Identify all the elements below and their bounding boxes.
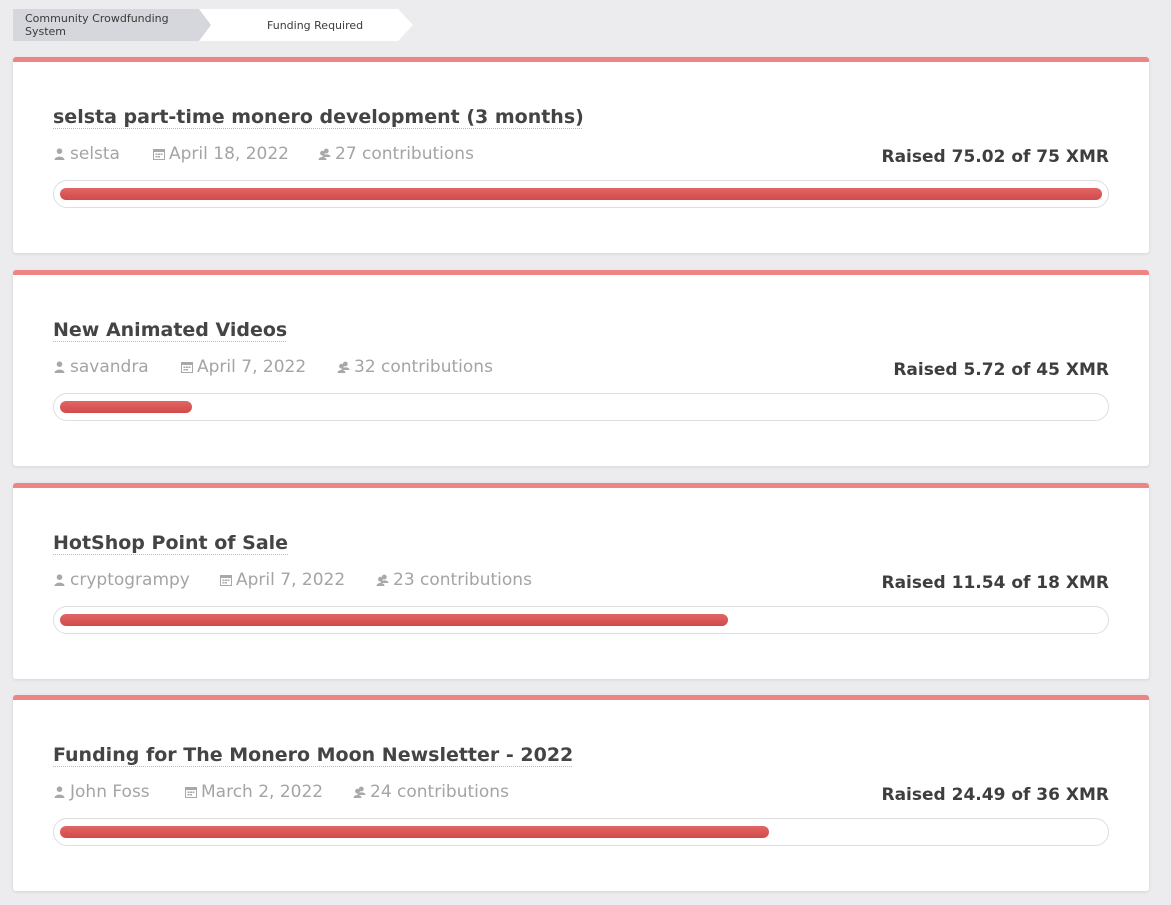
users-icon [337,361,350,374]
proposal-meta: John Foss March 2, 2022 24 contributions [53,782,509,802]
proposal-title[interactable]: HotShop Point of Sale [53,532,288,554]
proposal-card[interactable]: New Animated Videos savandra April 7, 20… [13,270,1149,466]
progress-bar [53,180,1109,208]
proposal-title[interactable]: Funding for The Monero Moon Newsletter -… [53,744,573,766]
raised-amount: Raised 75.02 of 75 XMR [881,147,1110,167]
proposal-date: April 7, 2022 [219,570,376,590]
author-name: cryptogrampy [70,570,190,590]
proposal-card[interactable]: Funding for The Monero Moon Newsletter -… [13,695,1149,891]
proposal-contributions: 27 contributions [318,144,474,164]
proposal-card[interactable]: selsta part-time monero development (3 m… [13,57,1149,253]
calendar-icon [219,574,232,587]
progress-bar [53,818,1109,846]
proposal-meta: savandra April 7, 2022 32 contributions [53,357,493,377]
proposal-card[interactable]: HotShop Point of Sale cryptogrampy April… [13,483,1149,679]
author-name: savandra [70,357,149,377]
breadcrumb-item-current: Funding Required [199,9,413,41]
proposal-contributions: 24 contributions [353,782,509,802]
proposal-date: March 2, 2022 [184,782,353,802]
date-text: April 7, 2022 [197,357,307,377]
proposal-title[interactable]: selsta part-time monero development (3 m… [53,106,584,128]
user-icon [53,361,66,374]
date-text: April 18, 2022 [169,144,289,164]
proposal-title[interactable]: New Animated Videos [53,319,287,341]
proposal-date: April 7, 2022 [180,357,337,377]
progress-fill [60,826,769,838]
progress-fill [60,188,1102,200]
raised-amount: Raised 5.72 of 45 XMR [893,360,1109,380]
proposal-meta: selsta April 18, 2022 27 contributions [53,144,474,164]
users-icon [318,148,331,161]
raised-amount: Raised 24.49 of 36 XMR [881,785,1110,805]
calendar-icon [184,786,197,799]
date-text: April 7, 2022 [236,570,346,590]
user-icon [53,786,66,799]
progress-fill [60,614,728,626]
raised-amount: Raised 11.54 of 18 XMR [881,573,1110,593]
proposal-author: John Foss [53,782,184,802]
calendar-icon [180,361,193,374]
proposal-contributions: 32 contributions [337,357,493,377]
progress-bar [53,606,1109,634]
users-icon [353,786,366,799]
contributions-count: 32 contributions [354,357,493,377]
author-name: selsta [70,144,120,164]
proposal-contributions: 23 contributions [376,570,532,590]
proposal-meta: cryptogrampy April 7, 2022 23 contributi… [53,570,532,590]
proposal-author: cryptogrampy [53,570,219,590]
progress-bar [53,393,1109,421]
breadcrumb: Community Crowdfunding System Funding Re… [13,9,414,41]
proposal-date: April 18, 2022 [152,144,318,164]
proposal-author: savandra [53,357,180,377]
user-icon [53,148,66,161]
progress-fill [60,401,192,413]
user-icon [53,574,66,587]
date-text: March 2, 2022 [201,782,324,802]
author-name: John Foss [70,782,150,802]
breadcrumb-item-home[interactable]: Community Crowdfunding System [13,9,211,41]
calendar-icon [152,148,165,161]
proposal-author: selsta [53,144,152,164]
contributions-count: 27 contributions [335,144,474,164]
contributions-count: 24 contributions [370,782,509,802]
contributions-count: 23 contributions [393,570,532,590]
users-icon [376,574,389,587]
